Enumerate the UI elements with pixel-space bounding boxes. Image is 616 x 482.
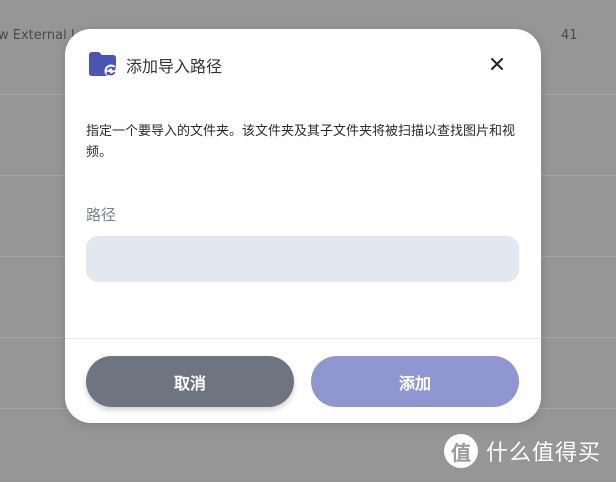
dialog-description: 指定一个要导入的文件夹。该文件夹及其子文件夹将被扫描以查找图片和视频。 <box>86 124 516 160</box>
dialog-header: 添加导入路径 <box>65 29 541 99</box>
close-icon <box>490 56 504 75</box>
add-import-path-dialog: 添加导入路径 指定一个要导入的文件夹。该文件夹及其子文件夹将被扫描以查找图片和视… <box>65 29 541 423</box>
cancel-button[interactable]: 取消 <box>86 356 294 407</box>
folder-sync-icon <box>88 51 118 78</box>
list-item-label: w External l <box>0 28 75 43</box>
add-button[interactable]: 添加 <box>311 356 519 407</box>
close-button[interactable] <box>483 51 511 79</box>
watermark-logo: 值 <box>444 434 478 468</box>
path-input[interactable] <box>86 236 519 282</box>
list-item-count: 41 <box>561 28 578 43</box>
path-label: 路径 <box>86 206 117 224</box>
watermark-text: 什么值得买 <box>486 441 602 466</box>
dialog-title: 添加导入路径 <box>126 57 223 76</box>
divider <box>65 338 541 339</box>
watermark: 值 什么值得买 <box>444 434 601 468</box>
